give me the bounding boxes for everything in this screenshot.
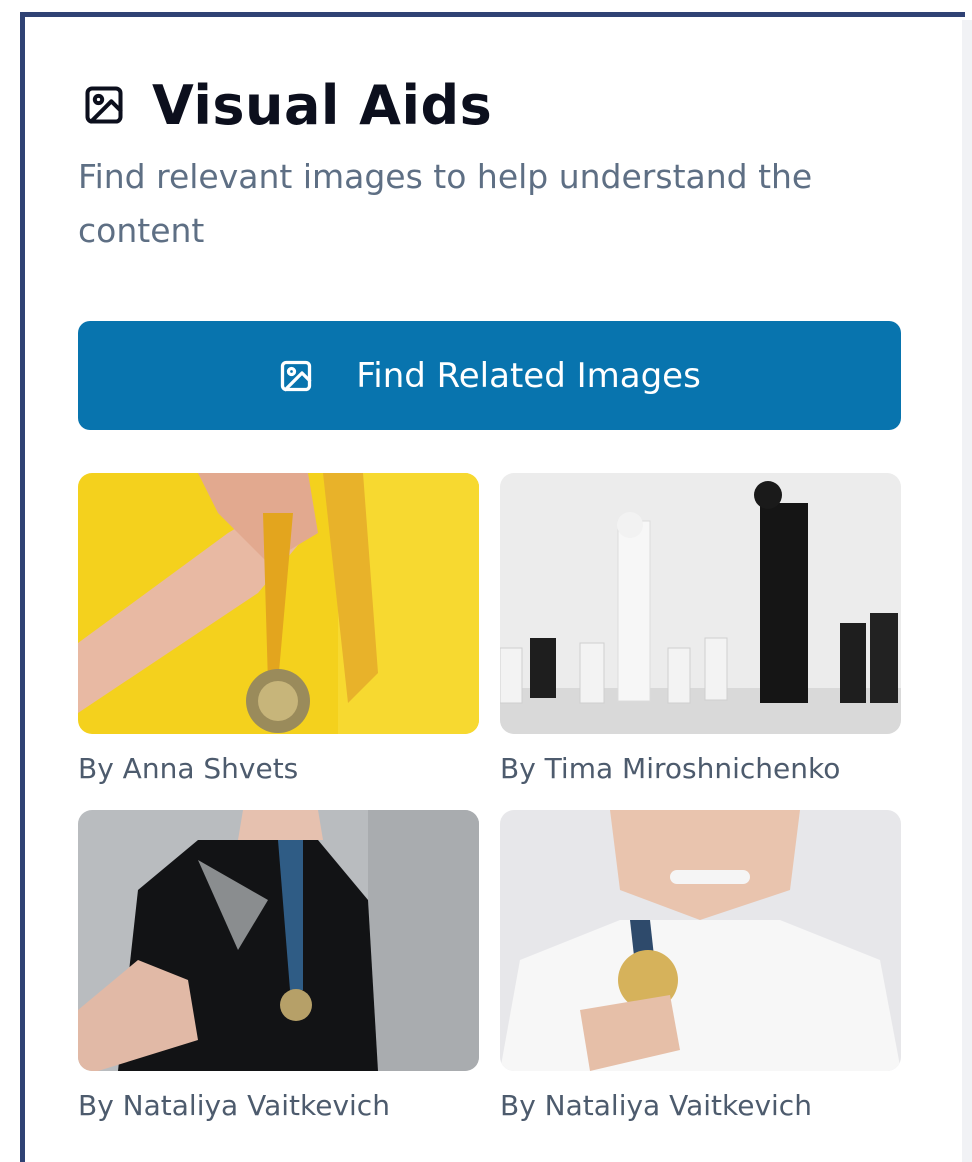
- image-credit: By Anna Shvets: [78, 752, 299, 785]
- image-credit: By Nataliya Vaitkevich: [500, 1089, 812, 1122]
- scroll-edge: [962, 20, 972, 1162]
- image-icon: [80, 81, 128, 129]
- app-frame: Visual Aids Find relevant images to help…: [0, 0, 972, 1162]
- find-button-label: Find Related Images: [356, 355, 701, 396]
- image-card[interactable]: By Anna Shvets: [78, 473, 479, 785]
- panel-subtitle: Find relevant images to help understand …: [78, 157, 813, 250]
- image-thumbnail[interactable]: [500, 810, 901, 1071]
- image-thumbnail[interactable]: [78, 473, 479, 734]
- page-title: Visual Aids: [152, 73, 493, 137]
- image-credit: By Nataliya Vaitkevich: [78, 1089, 390, 1122]
- image-card[interactable]: By Nataliya Vaitkevich: [500, 810, 901, 1122]
- find-related-images-button[interactable]: Find Related Images: [78, 321, 901, 430]
- image-credit: By Tima Miroshnichenko: [500, 752, 841, 785]
- panel-header: Visual Aids: [80, 70, 492, 140]
- image-thumbnail[interactable]: [78, 810, 479, 1071]
- image-card[interactable]: By Nataliya Vaitkevich: [78, 810, 479, 1122]
- image-card[interactable]: By Tima Miroshnichenko: [500, 473, 901, 785]
- image-thumbnail[interactable]: [500, 473, 901, 734]
- image-icon: [278, 358, 314, 394]
